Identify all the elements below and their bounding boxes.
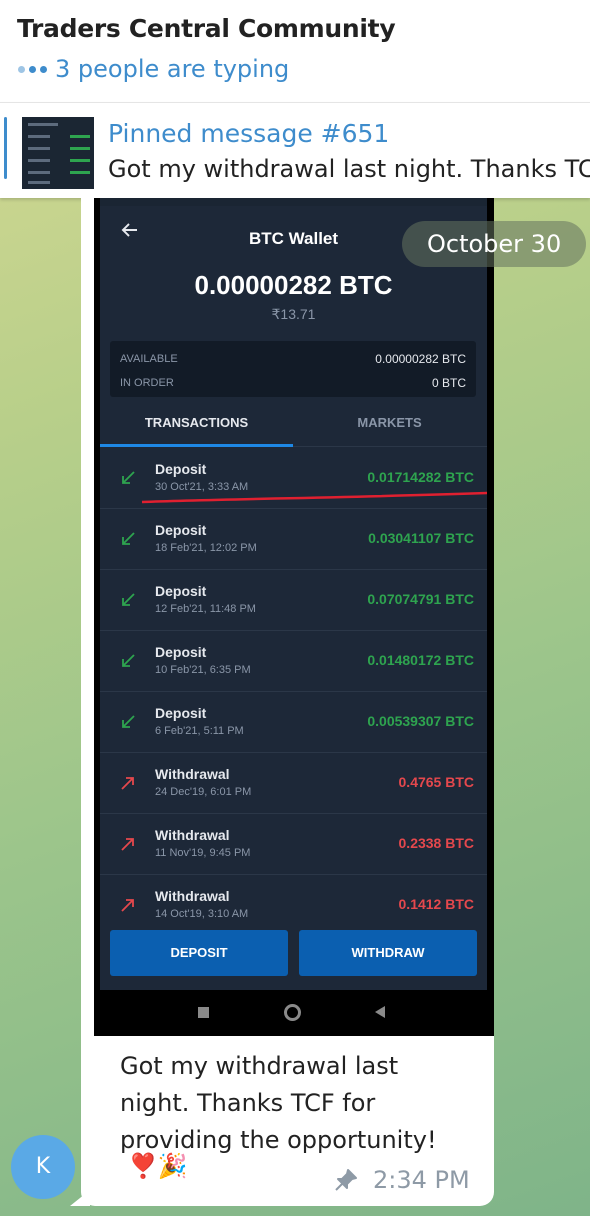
transaction-row: Deposit 18 Feb'21, 12:02 PM 0.03041107 B… <box>100 509 487 570</box>
transaction-date: 18 Feb'21, 12:02 PM <box>155 542 257 554</box>
chat-header[interactable]: Traders Central Community 3 people are t… <box>0 0 590 102</box>
transaction-date: 6 Feb'21, 5:11 PM <box>155 725 244 737</box>
available-label: AVAILABLE <box>120 353 178 365</box>
transaction-type: Deposit <box>155 522 207 538</box>
deposit-arrow-icon <box>122 593 135 606</box>
message-time: 2:34 PM <box>373 1166 470 1194</box>
pinned-title: Pinned message #651 <box>108 119 390 148</box>
transaction-type: Deposit <box>155 705 207 721</box>
transaction-type: Withdrawal <box>155 888 230 904</box>
transaction-date: 14 Oct'19, 3:10 AM <box>155 908 249 920</box>
sender-avatar[interactable]: K <box>11 1135 75 1199</box>
withdrawal-arrow-icon <box>121 838 134 851</box>
transaction-row: Deposit 6 Feb'21, 5:11 PM 0.00539307 BTC <box>100 692 487 753</box>
available-value: 0.00000282 BTC <box>375 352 466 366</box>
transaction-row: Withdrawal 11 Nov'19, 9:45 PM 0.2338 BTC <box>100 814 487 875</box>
transaction-amount: 0.4765 BTC <box>398 774 474 790</box>
wallet-screen: BTC Wallet 0.00000282 BTC ₹13.71 AVAILAB… <box>100 198 487 990</box>
transaction-amount: 0.2338 BTC <box>398 835 474 851</box>
withdraw-button: WITHDRAW <box>299 930 477 976</box>
transaction-amount: 0.01714282 BTC <box>367 469 474 485</box>
transaction-amount: 0.07074791 BTC <box>367 591 474 607</box>
typing-indicator: 3 people are typing <box>18 55 289 83</box>
phone-status-bar <box>100 198 487 206</box>
date-badge: October 30 <box>402 221 587 267</box>
nav-back-icon <box>375 1006 385 1018</box>
transaction-type: Deposit <box>155 461 207 477</box>
transaction-date: 12 Feb'21, 11:48 PM <box>155 603 256 615</box>
red-underline-annotation <box>141 491 487 504</box>
message-photo[interactable]: BTC Wallet 0.00000282 BTC ₹13.71 AVAILAB… <box>94 198 494 1036</box>
withdrawal-arrow-icon <box>121 899 134 912</box>
tab-transactions: TRANSACTIONS <box>100 405 293 447</box>
transaction-type: Withdrawal <box>155 766 230 782</box>
chat-title[interactable]: Traders Central Community <box>17 14 396 43</box>
pinned-thumbnail <box>22 117 94 189</box>
phone-nav-bar <box>94 990 494 1036</box>
transaction-type: Withdrawal <box>155 827 230 843</box>
home-icon <box>284 1004 301 1021</box>
transaction-type: Deposit <box>155 644 207 660</box>
message-text[interactable]: Got my withdrawal last night. Thanks TCF… <box>120 1048 480 1159</box>
transaction-date: 10 Feb'21, 6:35 PM <box>155 664 251 676</box>
message-emojis: ❣️🎉 <box>128 1153 188 1180</box>
pinned-message-bar[interactable]: Pinned message #651 Got my withdrawal la… <box>0 102 590 198</box>
wallet-fiat-value: ₹13.71 <box>271 306 316 322</box>
deposit-arrow-icon <box>122 654 135 667</box>
transaction-date: 24 Dec'19, 6:01 PM <box>155 786 252 798</box>
withdrawal-arrow-icon <box>121 777 134 790</box>
message-line: Got my withdrawal last <box>120 1052 399 1080</box>
message-line: night. Thanks TCF for <box>120 1089 376 1117</box>
in-order-label: IN ORDER <box>120 377 174 389</box>
message-meta: 2:34 PM <box>333 1166 470 1194</box>
recents-icon <box>198 1007 209 1018</box>
deposit-arrow-icon <box>122 532 135 545</box>
transaction-date: 11 Nov'19, 9:45 PM <box>155 847 251 859</box>
transaction-row: Withdrawal 24 Dec'19, 6:01 PM 0.4765 BTC <box>100 753 487 814</box>
balance-info-box: AVAILABLE 0.00000282 BTC IN ORDER 0 BTC <box>110 341 476 397</box>
tab-markets: MARKETS <box>357 415 422 430</box>
transaction-row: Deposit 10 Feb'21, 6:35 PM 0.01480172 BT… <box>100 631 487 692</box>
transaction-type: Deposit <box>155 583 207 599</box>
transaction-amount: 0.1412 BTC <box>398 896 474 912</box>
pinned-indicator-bar <box>4 117 7 179</box>
pinned-text: Got my withdrawal last night. Thanks TC <box>108 155 590 183</box>
deposit-arrow-icon <box>122 715 135 728</box>
typing-dots-icon <box>18 65 47 73</box>
typing-text: 3 people are typing <box>55 55 290 83</box>
wallet-balance: 0.00000282 BTC <box>194 270 393 300</box>
transaction-amount: 0.00539307 BTC <box>367 713 474 729</box>
deposit-arrow-icon <box>122 471 135 484</box>
wallet-tabs: TRANSACTIONS MARKETS <box>100 405 487 447</box>
transaction-amount: 0.03041107 BTC <box>368 530 474 546</box>
transaction-row: Deposit 12 Feb'21, 11:48 PM 0.07074791 B… <box>100 570 487 631</box>
wallet-action-bar: DEPOSIT WITHDRAW <box>100 920 487 990</box>
transaction-amount: 0.01480172 BTC <box>367 652 474 668</box>
transaction-list: Deposit 30 Oct'21, 3:33 AM 0.01714282 BT… <box>100 448 487 936</box>
pin-icon <box>335 1169 357 1191</box>
deposit-button: DEPOSIT <box>110 930 288 976</box>
in-order-value: 0 BTC <box>431 376 466 390</box>
